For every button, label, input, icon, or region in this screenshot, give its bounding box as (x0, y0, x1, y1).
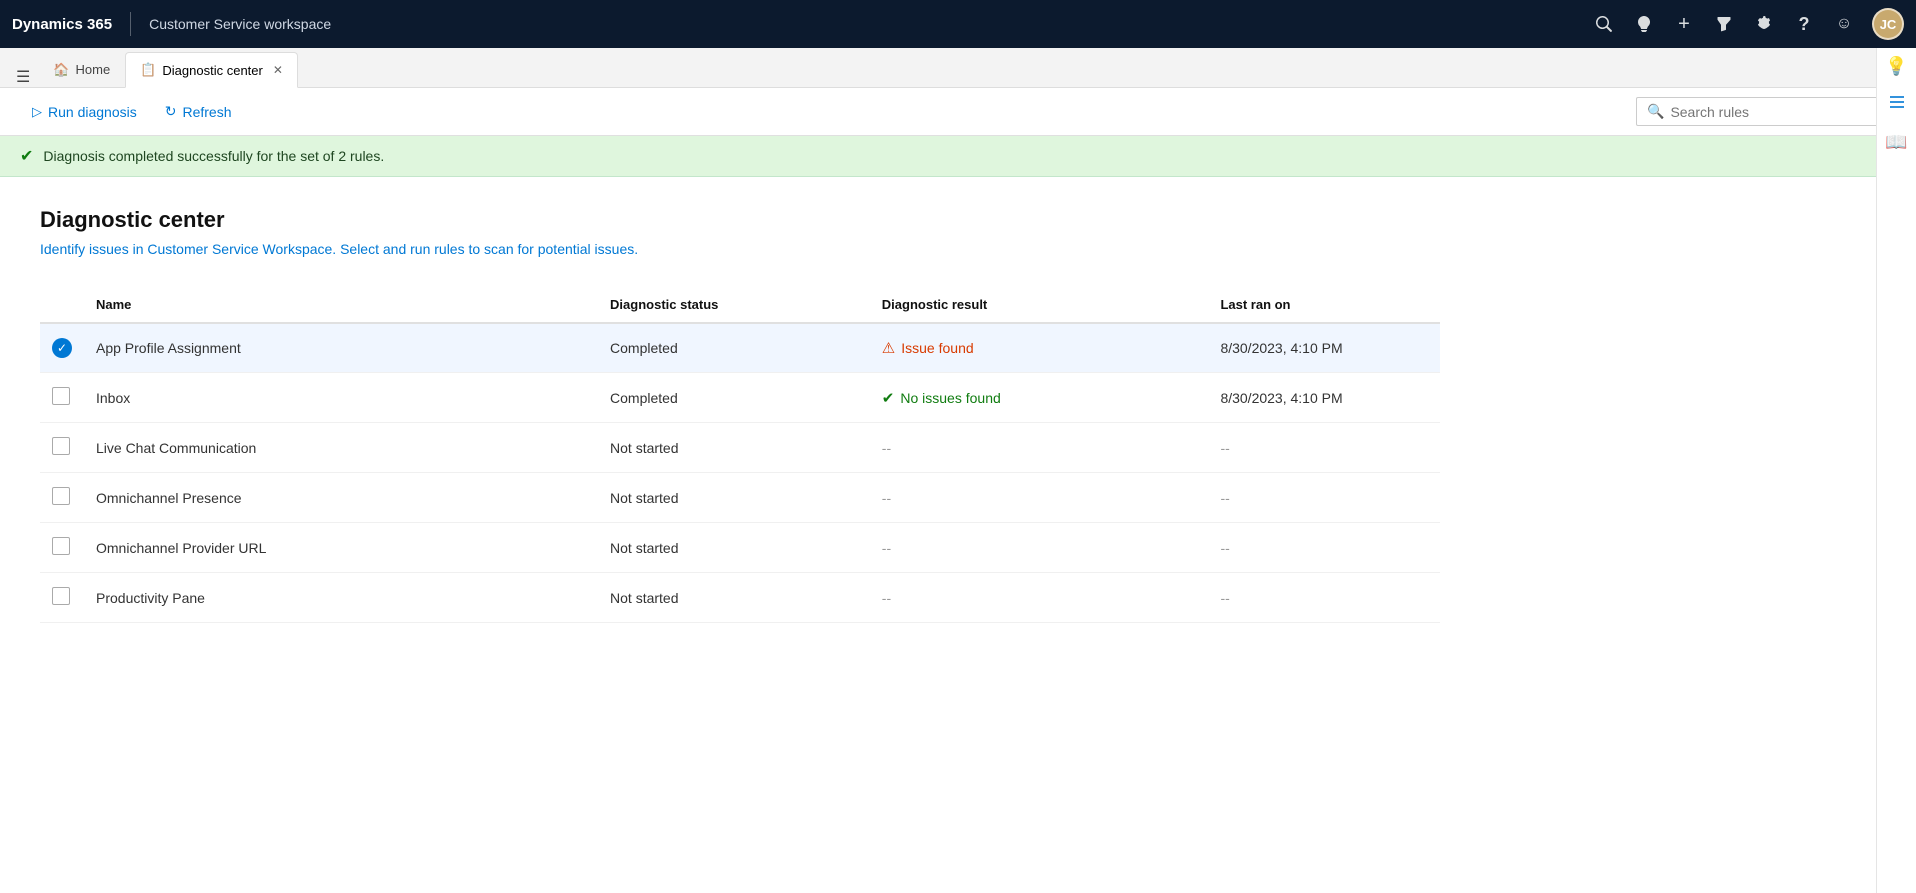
row-status: Not started (598, 473, 870, 523)
row-status: Not started (598, 423, 870, 473)
row-checkbox[interactable] (40, 423, 84, 473)
tab-diagnostic-label: Diagnostic center (162, 63, 262, 78)
settings-icon[interactable] (1752, 12, 1776, 36)
issue-found-label: Issue found (901, 340, 973, 356)
row-result: -- (870, 423, 1209, 473)
main-content: Diagnostic center Identify issues in Cus… (0, 177, 1480, 653)
refresh-icon: ↻ (165, 103, 177, 120)
refresh-button[interactable]: ↻ Refresh (153, 97, 244, 126)
app-name: Customer Service workspace (149, 16, 1582, 32)
help-icon[interactable]: ? (1792, 12, 1816, 36)
row-status: Not started (598, 573, 870, 623)
side-bulb-icon[interactable]: 💡 (1885, 56, 1907, 77)
table-row[interactable]: ✓ App Profile AssignmentCompleted ⚠ Issue f… (40, 323, 1440, 373)
side-list-icon[interactable] (1888, 93, 1906, 116)
col-header-checkbox (40, 287, 84, 323)
col-header-result: Diagnostic result (870, 287, 1209, 323)
search-rules-icon: 🔍 (1647, 103, 1664, 120)
success-banner: ✔ Diagnosis completed successfully for t… (0, 136, 1916, 177)
page-title: Diagnostic center (40, 207, 1440, 233)
row-name: Inbox (84, 373, 598, 423)
page-subtitle: Identify issues in Customer Service Work… (40, 241, 1440, 257)
side-book-icon[interactable]: 📖 (1885, 132, 1907, 153)
run-diagnosis-button[interactable]: ▷ Run diagnosis (20, 98, 149, 126)
result-dash: -- (882, 540, 891, 556)
row-last-ran: 8/30/2023, 4:10 PM (1208, 323, 1440, 373)
row-last-ran: 8/30/2023, 4:10 PM (1208, 373, 1440, 423)
search-icon[interactable] (1592, 12, 1616, 36)
result-dash: -- (882, 490, 891, 506)
ok-icon: ✔ (882, 389, 895, 407)
checkbox-unchecked (52, 437, 70, 455)
tab-home-label: Home (76, 62, 111, 77)
banner-message: Diagnosis completed successfully for the… (43, 148, 384, 164)
search-rules-input[interactable] (1670, 104, 1885, 120)
lightbulb-icon[interactable] (1632, 12, 1656, 36)
row-name: Productivity Pane (84, 573, 598, 623)
tab-diagnostic-center[interactable]: 📋 Diagnostic center ✕ (125, 52, 298, 88)
search-rules-box: 🔍 (1636, 97, 1896, 126)
nav-icons: + ? ☺ JC (1592, 8, 1904, 40)
warning-icon: ⚠ (882, 339, 895, 357)
row-result: -- (870, 523, 1209, 573)
result-dash: -- (882, 590, 891, 606)
row-result: ⚠ Issue found (870, 323, 1209, 373)
checkbox-unchecked (52, 487, 70, 505)
row-name: Live Chat Communication (84, 423, 598, 473)
no-issues-label: No issues found (900, 390, 1000, 406)
row-result: -- (870, 573, 1209, 623)
nav-divider (130, 12, 131, 36)
row-status: Not started (598, 523, 870, 573)
row-last-ran: -- (1208, 573, 1440, 623)
col-header-name: Name (84, 287, 598, 323)
side-rail: 💡 📖 (1876, 48, 1916, 893)
result-dash: -- (882, 440, 891, 456)
home-tab-icon: 🏠 (53, 62, 69, 78)
col-header-status: Diagnostic status (598, 287, 870, 323)
row-result: -- (870, 473, 1209, 523)
table-row[interactable]: Omnichannel Provider URLNot started -- -- (40, 523, 1440, 573)
tabs-bar: ☰ 🏠 Home 📋 Diagnostic center ✕ (0, 48, 1916, 88)
success-icon: ✔ (20, 146, 33, 166)
row-last-ran: -- (1208, 473, 1440, 523)
checkbox-unchecked (52, 537, 70, 555)
user-avatar[interactable]: JC (1872, 8, 1904, 40)
checkbox-checked-icon: ✓ (52, 338, 72, 358)
row-checkbox[interactable] (40, 373, 84, 423)
checkbox-unchecked (52, 587, 70, 605)
row-checkbox[interactable] (40, 473, 84, 523)
plus-icon[interactable]: + (1672, 12, 1696, 36)
row-name: App Profile Assignment (84, 323, 598, 373)
row-name: Omnichannel Provider URL (84, 523, 598, 573)
run-diagnosis-label: Run diagnosis (48, 104, 137, 120)
tab-home[interactable]: 🏠 Home (38, 51, 125, 87)
filter-icon[interactable] (1712, 12, 1736, 36)
smiley-icon[interactable]: ☺ (1832, 12, 1856, 36)
row-status: Completed (598, 323, 870, 373)
top-navigation: Dynamics 365 Customer Service workspace … (0, 0, 1916, 48)
table-row[interactable]: Live Chat CommunicationNot started -- -- (40, 423, 1440, 473)
hamburger-menu-icon[interactable]: ☰ (8, 67, 38, 87)
row-status: Completed (598, 373, 870, 423)
checkbox-unchecked (52, 387, 70, 405)
toolbar: ▷ Run diagnosis ↻ Refresh 🔍 (0, 88, 1916, 136)
table-row[interactable]: Productivity PaneNot started -- -- (40, 573, 1440, 623)
diagnostics-table: Name Diagnostic status Diagnostic result… (40, 287, 1440, 623)
row-last-ran: -- (1208, 423, 1440, 473)
tab-close-icon[interactable]: ✕ (273, 63, 283, 77)
table-header-row: Name Diagnostic status Diagnostic result… (40, 287, 1440, 323)
diagnostic-tab-icon: 📋 (140, 62, 156, 78)
row-last-ran: -- (1208, 523, 1440, 573)
row-checkbox[interactable] (40, 573, 84, 623)
row-name: Omnichannel Presence (84, 473, 598, 523)
table-row[interactable]: Omnichannel PresenceNot started -- -- (40, 473, 1440, 523)
refresh-label: Refresh (182, 104, 231, 120)
row-result: ✔ No issues found (870, 373, 1209, 423)
brand-name: Dynamics 365 (12, 16, 112, 33)
col-header-lastran: Last ran on (1208, 287, 1440, 323)
table-row[interactable]: InboxCompleted ✔ No issues found 8/30/2023,… (40, 373, 1440, 423)
run-diagnosis-icon: ▷ (32, 104, 42, 120)
row-checkbox[interactable] (40, 523, 84, 573)
row-checkbox[interactable]: ✓ (40, 323, 84, 373)
